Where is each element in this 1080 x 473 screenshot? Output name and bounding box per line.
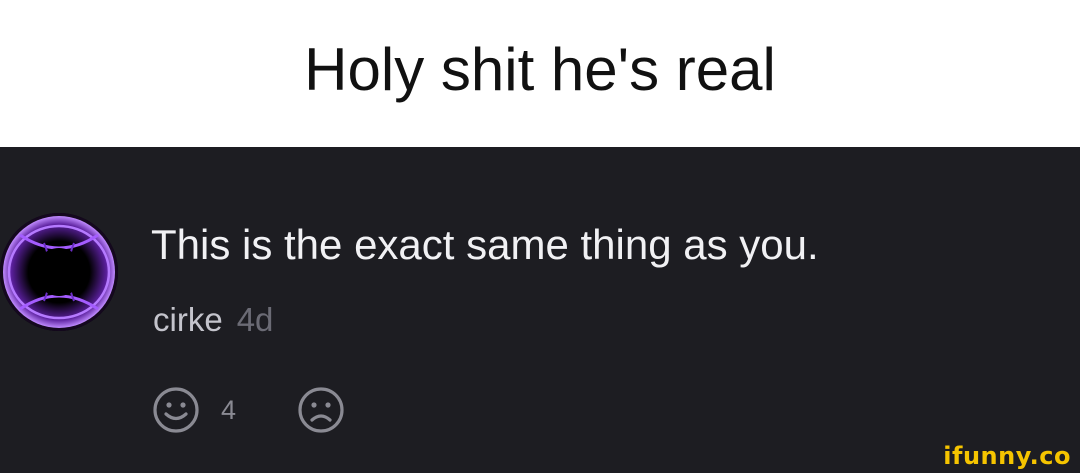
ifunny-watermark: ifunny.co (943, 442, 1071, 470)
comment-actions: 4 (151, 385, 346, 435)
caption-bar: Holy shit he's real (0, 0, 1080, 147)
comment-meta: cirke 4d (153, 301, 273, 339)
smile-icon (153, 387, 199, 433)
caption-title: Holy shit he's real (304, 36, 776, 103)
comment-timestamp: 4d (236, 301, 274, 338)
comment-username[interactable]: cirke (153, 301, 223, 338)
user-avatar[interactable] (0, 213, 118, 331)
dislike-button[interactable] (296, 385, 346, 435)
like-button[interactable]: 4 (151, 385, 236, 435)
comment-text: This is the exact same thing as you. (151, 221, 819, 268)
comment-panel: This is the exact same thing as you. cir… (0, 147, 1080, 473)
portal-orb-icon (3, 216, 115, 328)
frown-icon (298, 387, 344, 433)
like-count: 4 (221, 394, 237, 425)
